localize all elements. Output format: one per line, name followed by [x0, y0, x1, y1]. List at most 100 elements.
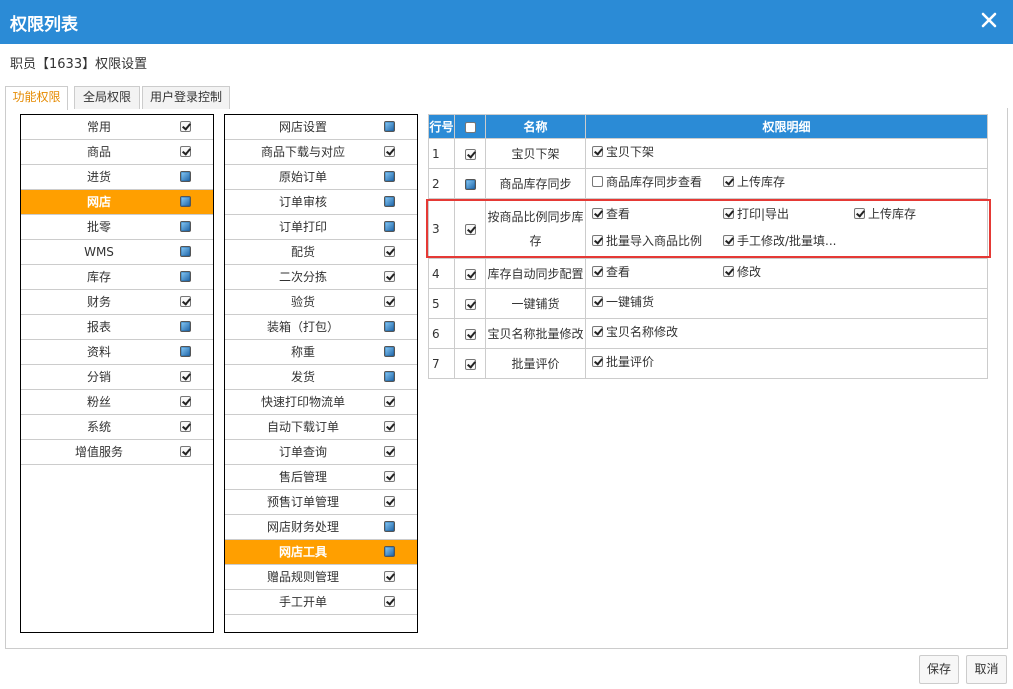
module-item-checkbox[interactable] — [180, 271, 191, 282]
submodule-item-checkbox[interactable] — [384, 521, 395, 532]
permission-item[interactable]: 宝贝下架 — [592, 140, 723, 164]
module-item-checkbox[interactable] — [180, 446, 191, 457]
row-checkbox[interactable] — [464, 328, 476, 340]
submodule-item-checkbox[interactable] — [384, 146, 395, 157]
permission-checkbox[interactable] — [592, 207, 603, 219]
module-item[interactable]: 进货 — [21, 165, 213, 190]
module-item-checkbox[interactable] — [180, 321, 191, 332]
tab-global-permissions[interactable]: 全局权限 — [74, 86, 140, 109]
permission-checkbox[interactable] — [592, 326, 603, 337]
submodule-item-checkbox[interactable] — [384, 121, 395, 132]
module-item[interactable]: 库存 — [21, 265, 213, 290]
row-checkbox[interactable] — [464, 298, 476, 310]
select-all-checkbox[interactable] — [464, 121, 476, 133]
row-checkbox[interactable] — [464, 178, 476, 190]
module-item-checkbox[interactable] — [180, 121, 191, 132]
permission-checkbox[interactable] — [854, 207, 865, 219]
permission-item[interactable]: 商品库存同步查看 — [592, 170, 723, 194]
permission-checkbox[interactable] — [592, 146, 603, 157]
submodule-item[interactable]: 售后管理 — [225, 465, 417, 490]
submodule-item-checkbox[interactable] — [384, 496, 395, 507]
submodule-item[interactable]: 自动下载订单 — [225, 415, 417, 440]
permission-checkbox[interactable] — [592, 266, 603, 277]
submodule-item-checkbox[interactable] — [384, 321, 395, 332]
save-button[interactable]: 保存 — [919, 655, 959, 684]
cancel-button[interactable]: 取消 — [966, 655, 1007, 684]
module-item-checkbox[interactable] — [180, 346, 191, 357]
submodule-item[interactable]: 网店设置 — [225, 115, 417, 140]
permission-checkbox[interactable] — [723, 207, 734, 219]
submodule-item-checkbox[interactable] — [384, 446, 395, 457]
module-item[interactable]: 批零 — [21, 215, 213, 240]
permission-item[interactable]: 一键铺货 — [592, 290, 723, 314]
module-item[interactable]: 财务 — [21, 290, 213, 315]
submodule-item-checkbox[interactable] — [384, 596, 395, 607]
module-item[interactable]: 系统 — [21, 415, 213, 440]
module-item[interactable]: 报表 — [21, 315, 213, 340]
permission-checkbox[interactable] — [723, 234, 734, 246]
submodule-item[interactable]: 预售订单管理 — [225, 490, 417, 515]
permission-item[interactable]: 修改 — [723, 260, 854, 284]
submodule-item[interactable]: 原始订单 — [225, 165, 417, 190]
row-checkbox[interactable] — [464, 358, 476, 370]
submodule-item-checkbox[interactable] — [384, 546, 395, 557]
tab-user-login-control[interactable]: 用户登录控制 — [142, 86, 230, 109]
submodule-item[interactable]: 验货 — [225, 290, 417, 315]
submodule-item-checkbox[interactable] — [384, 271, 395, 282]
close-icon[interactable] — [977, 8, 1001, 32]
submodule-item[interactable]: 订单审核 — [225, 190, 417, 215]
permission-checkbox[interactable] — [592, 234, 603, 246]
submodule-item-checkbox[interactable] — [384, 221, 395, 232]
submodule-item[interactable]: 网店财务处理 — [225, 515, 417, 540]
permission-checkbox[interactable] — [592, 296, 603, 307]
permission-checkbox[interactable] — [723, 176, 734, 187]
row-checkbox[interactable] — [464, 268, 476, 280]
module-item[interactable]: 粉丝 — [21, 390, 213, 415]
module-item-checkbox[interactable] — [180, 296, 191, 307]
module-item[interactable]: 常用 — [21, 115, 213, 140]
submodule-item[interactable]: 订单查询 — [225, 440, 417, 465]
module-item[interactable]: 资料 — [21, 340, 213, 365]
submodule-item[interactable]: 订单打印 — [225, 215, 417, 240]
submodule-item-checkbox[interactable] — [384, 346, 395, 357]
row-checkbox[interactable] — [464, 148, 476, 160]
permission-item[interactable]: 查看 — [592, 202, 723, 226]
permission-item[interactable]: 上传库存 — [723, 170, 854, 194]
submodule-item[interactable]: 配货 — [225, 240, 417, 265]
submodule-item[interactable]: 快速打印物流单 — [225, 390, 417, 415]
row-checkbox[interactable] — [464, 223, 476, 235]
submodule-item[interactable]: 赠品规则管理 — [225, 565, 417, 590]
submodule-item[interactable]: 网店工具 — [225, 540, 417, 565]
module-item-checkbox[interactable] — [180, 146, 191, 157]
submodule-item-checkbox[interactable] — [384, 571, 395, 582]
module-item[interactable]: WMS — [21, 240, 213, 265]
submodule-item[interactable]: 商品下载与对应 — [225, 140, 417, 165]
permission-item[interactable]: 查看 — [592, 260, 723, 284]
submodule-item-checkbox[interactable] — [384, 396, 395, 407]
permission-item[interactable]: 批量评价 — [592, 350, 723, 374]
tab-function-permissions[interactable]: 功能权限 — [5, 86, 68, 110]
permission-item[interactable]: 宝贝名称修改 — [592, 320, 723, 344]
submodule-item[interactable]: 发货 — [225, 365, 417, 390]
submodule-item-checkbox[interactable] — [384, 471, 395, 482]
module-item-checkbox[interactable] — [180, 246, 191, 257]
permission-checkbox[interactable] — [592, 356, 603, 367]
submodule-item[interactable]: 装箱（打包） — [225, 315, 417, 340]
submodule-item-checkbox[interactable] — [384, 196, 395, 207]
submodule-item[interactable]: 手工开单 — [225, 590, 417, 615]
submodule-item-checkbox[interactable] — [384, 296, 395, 307]
module-item[interactable]: 分销 — [21, 365, 213, 390]
module-item-checkbox[interactable] — [180, 171, 191, 182]
module-item-checkbox[interactable] — [180, 221, 191, 232]
permission-item[interactable]: 打印|导出 — [723, 202, 854, 226]
permission-item[interactable]: 上传库存 — [854, 202, 985, 226]
submodule-item-checkbox[interactable] — [384, 371, 395, 382]
permission-item[interactable]: 批量导入商品比例 — [592, 229, 723, 253]
submodule-item[interactable]: 二次分拣 — [225, 265, 417, 290]
module-item[interactable]: 商品 — [21, 140, 213, 165]
submodule-item[interactable]: 称重 — [225, 340, 417, 365]
module-item-checkbox[interactable] — [180, 396, 191, 407]
module-item-checkbox[interactable] — [180, 371, 191, 382]
permission-checkbox[interactable] — [592, 176, 603, 187]
permission-item[interactable]: 手工修改/批量填... — [723, 229, 854, 253]
